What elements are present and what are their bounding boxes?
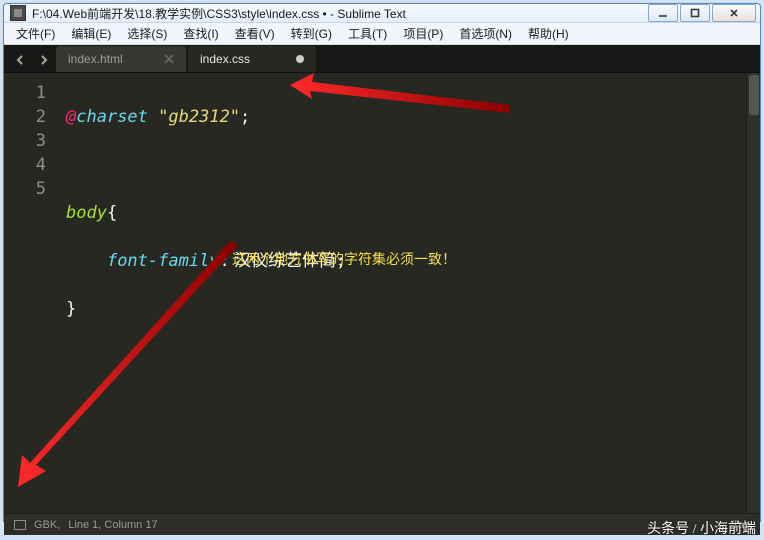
tab-label: index.css	[200, 52, 268, 66]
tab-bar: index.html index.css	[4, 45, 760, 73]
close-button[interactable]	[712, 4, 756, 22]
arrow-icon	[290, 73, 520, 115]
close-icon[interactable]	[164, 54, 174, 64]
menu-find[interactable]: 查找(I)	[175, 23, 226, 44]
vertical-scrollbar[interactable]	[746, 73, 760, 513]
menu-help[interactable]: 帮助(H)	[520, 23, 577, 44]
menu-goto[interactable]: 转到(G)	[283, 23, 340, 44]
arrow-icon	[16, 241, 246, 491]
title-bar[interactable]: F:\04.Web前端开发\18.教学实例\CSS3\style\index.c…	[4, 4, 760, 23]
menu-view[interactable]: 查看(V)	[227, 23, 283, 44]
tab-index-css[interactable]: index.css	[188, 46, 316, 72]
panel-toggle-icon[interactable]	[14, 520, 26, 530]
menu-bar: 文件(F) 编辑(E) 选择(S) 查找(I) 查看(V) 转到(G) 工具(T…	[4, 23, 760, 45]
menu-file[interactable]: 文件(F)	[8, 23, 63, 44]
menu-edit[interactable]: 编辑(E)	[63, 23, 119, 44]
menu-project[interactable]: 项目(P)	[395, 23, 451, 44]
code-editor[interactable]: @charset "gb2312"; body{ font-family: 汉仪…	[60, 73, 760, 513]
maximize-button[interactable]	[680, 4, 710, 22]
window-title: F:\04.Web前端开发\18.教学实例\CSS3\style\index.c…	[32, 5, 648, 22]
scrollbar-thumb[interactable]	[749, 75, 759, 115]
tab-index-html[interactable]: index.html	[56, 46, 186, 72]
status-encoding[interactable]: GBK,	[34, 519, 60, 531]
tab-scroll-left-icon[interactable]	[8, 48, 32, 72]
status-cursor-pos: Line 1, Column 17	[68, 519, 157, 531]
tab-label: index.html	[68, 52, 136, 66]
minimize-button[interactable]	[648, 4, 678, 22]
menu-preferences[interactable]: 首选项(N)	[451, 23, 520, 44]
menu-selection[interactable]: 选择(S)	[119, 23, 175, 44]
dirty-indicator-icon	[296, 55, 304, 63]
menu-tools[interactable]: 工具(T)	[340, 23, 395, 44]
app-icon	[10, 5, 26, 21]
annotation-text: 这两个地方书写的字符集必须一致！	[232, 249, 456, 273]
tab-scroll-right-icon[interactable]	[32, 48, 56, 72]
watermark-text: 头条号 / 小海前端	[647, 518, 756, 538]
